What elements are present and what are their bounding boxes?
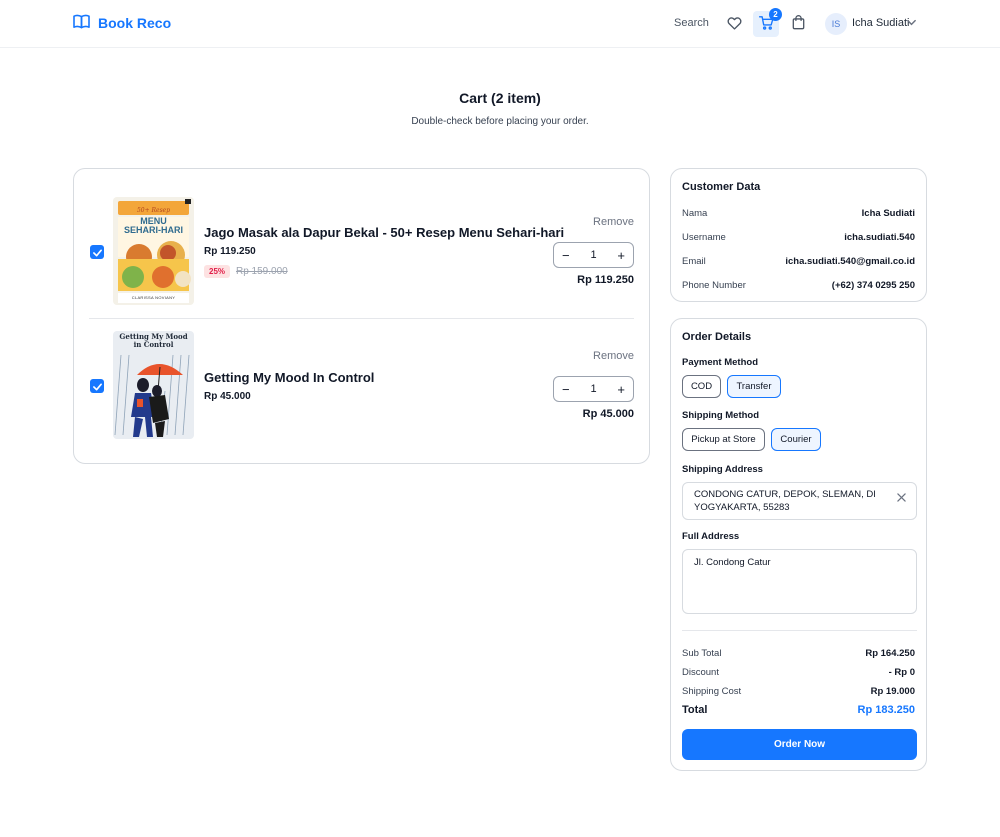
summary-divider [682,630,917,631]
cover-title-line2: SEHARI-HARI [123,225,183,235]
order-now-button[interactable]: Order Now [682,729,917,760]
cover-author: CLARISSA NOVIANY [131,295,176,300]
customer-name-value: Icha Sudiati [861,208,915,219]
top-navbar: Book Reco Search 2 IS Icha Sudiati [0,0,1000,48]
plus-icon[interactable]: + [617,382,625,397]
discount-badge: 25% [204,265,231,278]
item-checkbox[interactable] [90,379,104,393]
nav-search-link[interactable]: Search [674,17,709,29]
cart-panel: 50+ Resep MENU SEHARI-HARI CLARISSA NOVI… [73,168,650,464]
total-value: Rp 183.250 [857,704,915,716]
item-price: Rp 119.250 [204,246,256,257]
shipping-cost-value: Rp 19.000 [870,686,915,697]
total-label: Total [682,704,708,716]
plus-icon[interactable]: + [617,248,625,263]
item-checkbox[interactable] [90,245,104,259]
cart-item: Getting My Mood in Control Getting My Mo… [89,331,634,451]
shipping-address-value: CONDONG CATUR, DEPOK, SLEMAN, DI YOGYAKA… [694,489,876,513]
discount-value: - Rp 0 [888,667,915,678]
remove-item-link[interactable]: Remove [593,350,634,362]
original-price: Rp 159.000 [236,266,288,277]
book-cover-image[interactable]: Getting My Mood in Control [113,331,194,439]
cart-count-badge: 2 [769,8,782,21]
shipping-address-label: Shipping Address [682,464,763,475]
full-address-label: Full Address [682,531,740,542]
payment-option-cod[interactable]: COD [682,375,721,398]
page-title: Cart (2 item) [459,90,541,106]
order-details-card: Order Details Payment Method COD Transfe… [670,318,927,771]
customer-name-label: Nama [682,208,708,219]
shipping-method-label: Shipping Method [682,410,760,421]
shipping-cost-label: Shipping Cost [682,686,742,697]
shipping-address-select[interactable]: CONDONG CATUR, DEPOK, SLEMAN, DI YOGYAKA… [682,482,917,520]
user-name[interactable]: Icha Sudiati [852,17,909,29]
cart-button[interactable]: 2 [753,8,782,37]
book-cover-image[interactable]: 50+ Resep MENU SEHARI-HARI CLARISSA NOVI… [113,197,194,305]
cart-item: 50+ Resep MENU SEHARI-HARI CLARISSA NOVI… [89,197,634,319]
remove-item-link[interactable]: Remove [593,216,634,228]
order-card-title: Order Details [682,331,752,343]
minus-icon[interactable]: − [562,382,570,397]
minus-icon[interactable]: − [562,248,570,263]
customer-username-label: Username [682,232,726,243]
customer-email-value: icha.sudiati.540@gmail.co.id [785,256,915,267]
quantity-stepper: − 1 + [553,242,634,268]
cover-title-line2: in Control [133,340,174,349]
customer-email-label: Email [682,256,706,267]
subtotal-value: Rp 164.250 [865,648,915,659]
bag-icon [792,15,805,33]
close-icon[interactable] [897,493,906,506]
brand-name: Book Reco [98,15,172,31]
subtotal-label: Sub Total [682,648,722,659]
page-subtitle: Double-check before placing your order. [411,116,589,127]
customer-username-value: icha.sudiati.540 [844,232,915,243]
quantity-value[interactable]: 1 [590,249,596,261]
user-avatar[interactable]: IS [825,13,847,35]
item-price: Rp 45.000 [204,391,251,402]
payment-method-label: Payment Method [682,357,759,368]
brand-logo[interactable]: Book Reco [73,14,171,32]
item-title[interactable]: Getting My Mood In Control [204,370,374,385]
quantity-stepper: − 1 + [553,376,634,402]
cover-subtitle: 50+ Resep [136,207,171,214]
book-open-icon [73,14,90,32]
shipping-option-pickup[interactable]: Pickup at Store [682,428,765,451]
discount-label: Discount [682,667,719,678]
item-line-total: Rp 119.250 [577,274,634,286]
check-icon [92,245,102,260]
customer-phone-label: Phone Number [682,280,746,291]
customer-data-card: Customer Data Nama Icha Sudiati Username… [670,168,927,302]
item-title[interactable]: Jago Masak ala Dapur Bekal - 50+ Resep M… [204,225,564,240]
wishlist-button[interactable] [721,11,747,37]
full-address-value: Jl. Condong Catur [694,557,771,568]
check-icon [92,379,102,394]
heart-icon [727,16,742,33]
payment-option-transfer[interactable]: Transfer [727,375,781,398]
item-line-total: Rp 45.000 [582,408,634,420]
chevron-down-icon[interactable] [906,16,917,31]
orders-button[interactable] [785,11,811,37]
customer-card-title: Customer Data [682,181,761,193]
full-address-textarea[interactable]: Jl. Condong Catur [682,549,917,614]
quantity-value[interactable]: 1 [590,383,596,395]
customer-phone-value: (+62) 374 0295 250 [831,280,915,291]
shipping-option-courier[interactable]: Courier [771,428,821,451]
